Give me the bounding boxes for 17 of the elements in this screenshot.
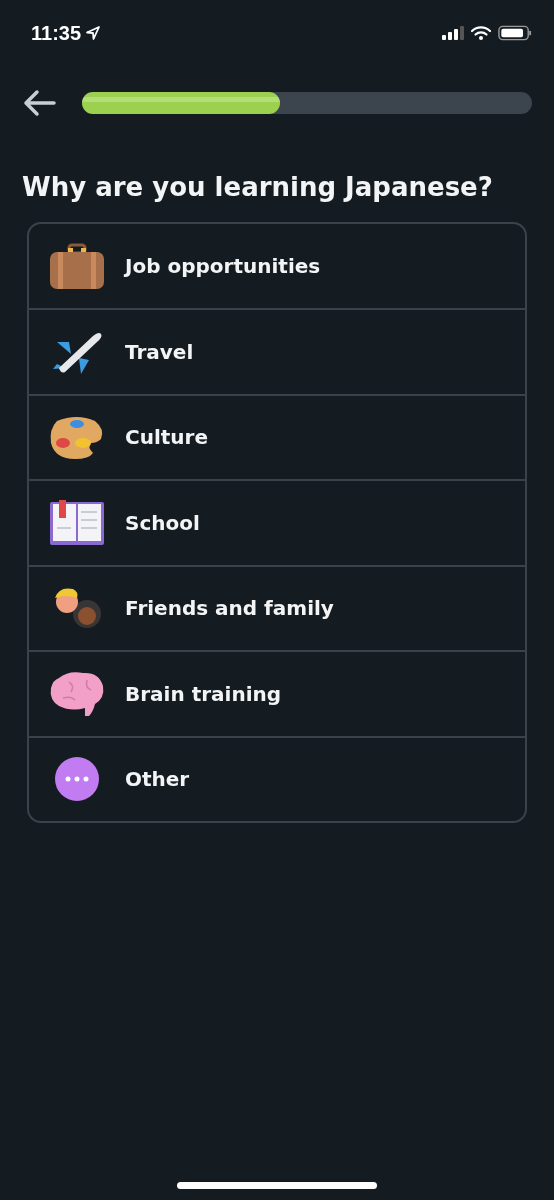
option-item[interactable]: Culture (29, 393, 525, 479)
option-item[interactable]: Friends and family (29, 564, 525, 650)
back-button[interactable] (22, 89, 56, 117)
location-icon (85, 25, 102, 41)
question-title: Why are you learning Japanese? (22, 172, 494, 202)
option-item[interactable]: Job opportunities (29, 224, 525, 308)
option-item[interactable]: Travel (29, 308, 525, 394)
signal-icon (442, 26, 464, 40)
open-book-icon (49, 498, 105, 547)
battery-icon (498, 25, 532, 41)
status-time: 11:35 (31, 21, 82, 45)
option-item[interactable]: Brain training (29, 650, 525, 736)
suitcase-icon (49, 242, 105, 290)
option-item[interactable]: Other (29, 735, 525, 821)
option-item[interactable]: School (29, 479, 525, 565)
brain-icon (49, 669, 105, 718)
wifi-icon (471, 26, 491, 40)
